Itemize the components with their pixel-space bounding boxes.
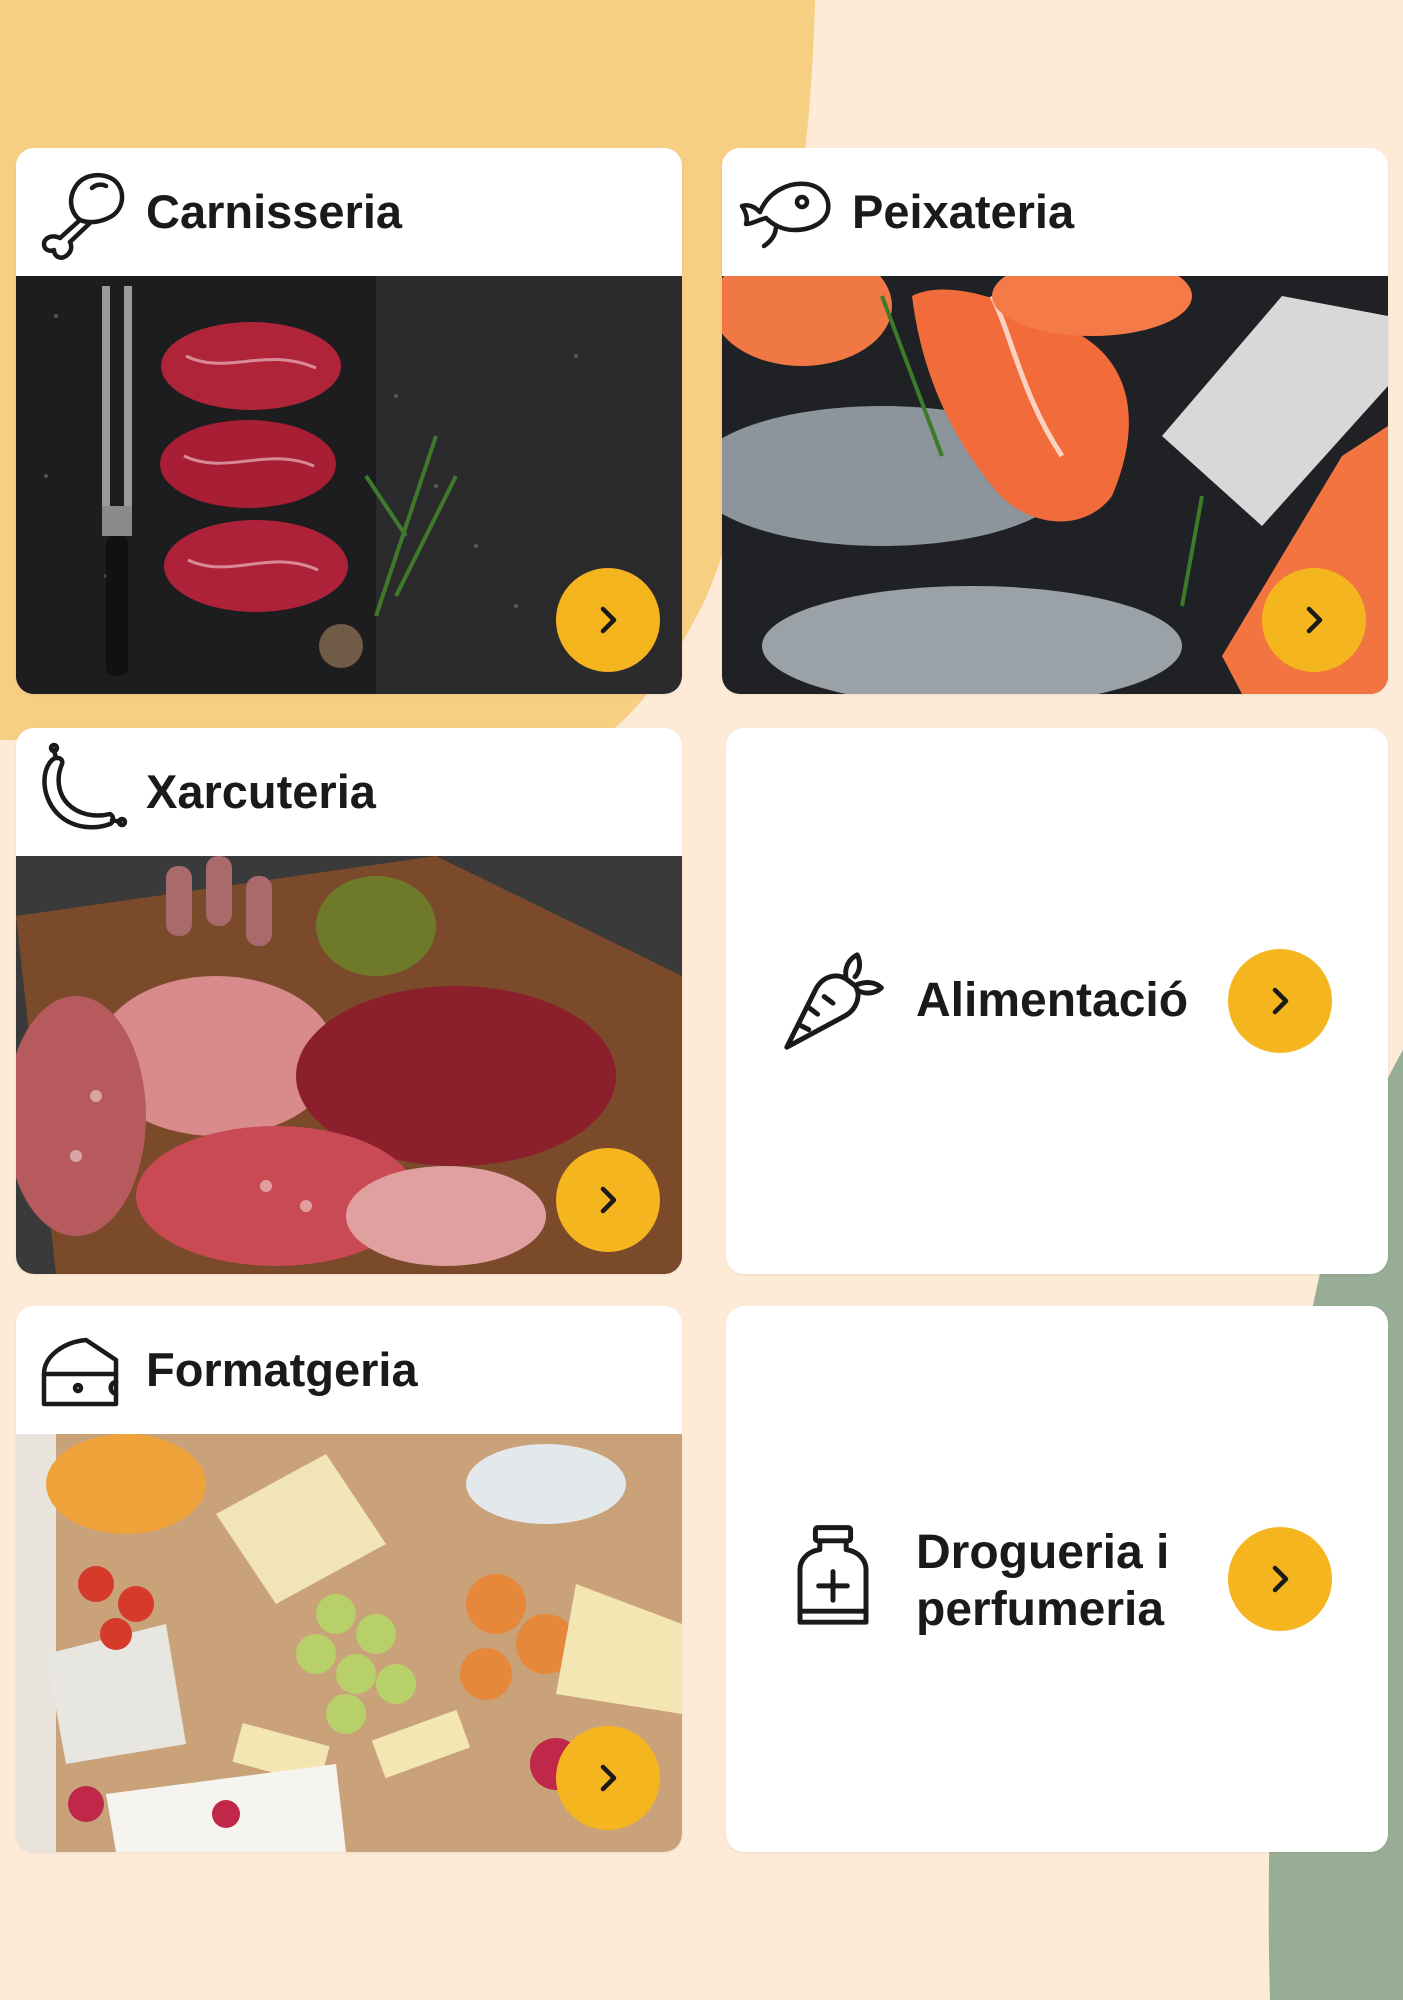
category-card-alimentacio[interactable]: Alimentació (726, 728, 1388, 1274)
category-title: Drogueria i perfumeria (916, 1525, 1169, 1638)
category-card-drogueria-perfumeria[interactable]: Drogueria i perfumeria (726, 1306, 1388, 1852)
medicine-bottle-icon (797, 1525, 869, 1625)
category-card-xarcuteria[interactable]: Xarcuteria (16, 728, 682, 1274)
open-category-button[interactable] (556, 1726, 660, 1830)
category-title: Carnisseria (146, 185, 403, 238)
category-card-peixateria[interactable]: Peixateria (722, 148, 1388, 694)
card-header: Carnisseria (16, 148, 682, 276)
carrot-icon (784, 952, 884, 1050)
chevron-right-icon (600, 1764, 617, 1792)
cheese-icon (41, 1337, 119, 1407)
category-title: Formatgeria (146, 1343, 418, 1396)
category-card-carnisseria[interactable]: Carnisseria (16, 148, 682, 694)
category-title: Alimentació (916, 974, 1189, 1027)
card-header: Peixateria (722, 148, 1388, 276)
category-card-formatgeria[interactable]: Formatgeria (16, 1306, 682, 1852)
category-title-line: perfumeria (916, 1582, 1165, 1636)
sausage-icon (42, 742, 128, 830)
open-category-button[interactable] (1262, 568, 1366, 672)
fish-icon (739, 181, 831, 249)
card-header: Xarcuteria (16, 728, 682, 856)
chevron-right-icon (1306, 606, 1323, 634)
open-category-button[interactable] (556, 1148, 660, 1252)
open-category-button[interactable] (1228, 949, 1332, 1053)
chevron-right-icon (600, 1186, 617, 1214)
chicken-leg-icon (41, 172, 125, 260)
open-category-button[interactable] (556, 568, 660, 672)
category-title: Peixateria (852, 185, 1075, 238)
chevron-right-icon (1272, 1565, 1289, 1593)
category-title: Xarcuteria (146, 765, 376, 818)
card-header: Formatgeria (16, 1306, 682, 1434)
chevron-right-icon (1272, 987, 1289, 1015)
chevron-right-icon (600, 606, 617, 634)
category-title-line: Drogueria i (916, 1526, 1170, 1579)
open-category-button[interactable] (1228, 1527, 1332, 1631)
